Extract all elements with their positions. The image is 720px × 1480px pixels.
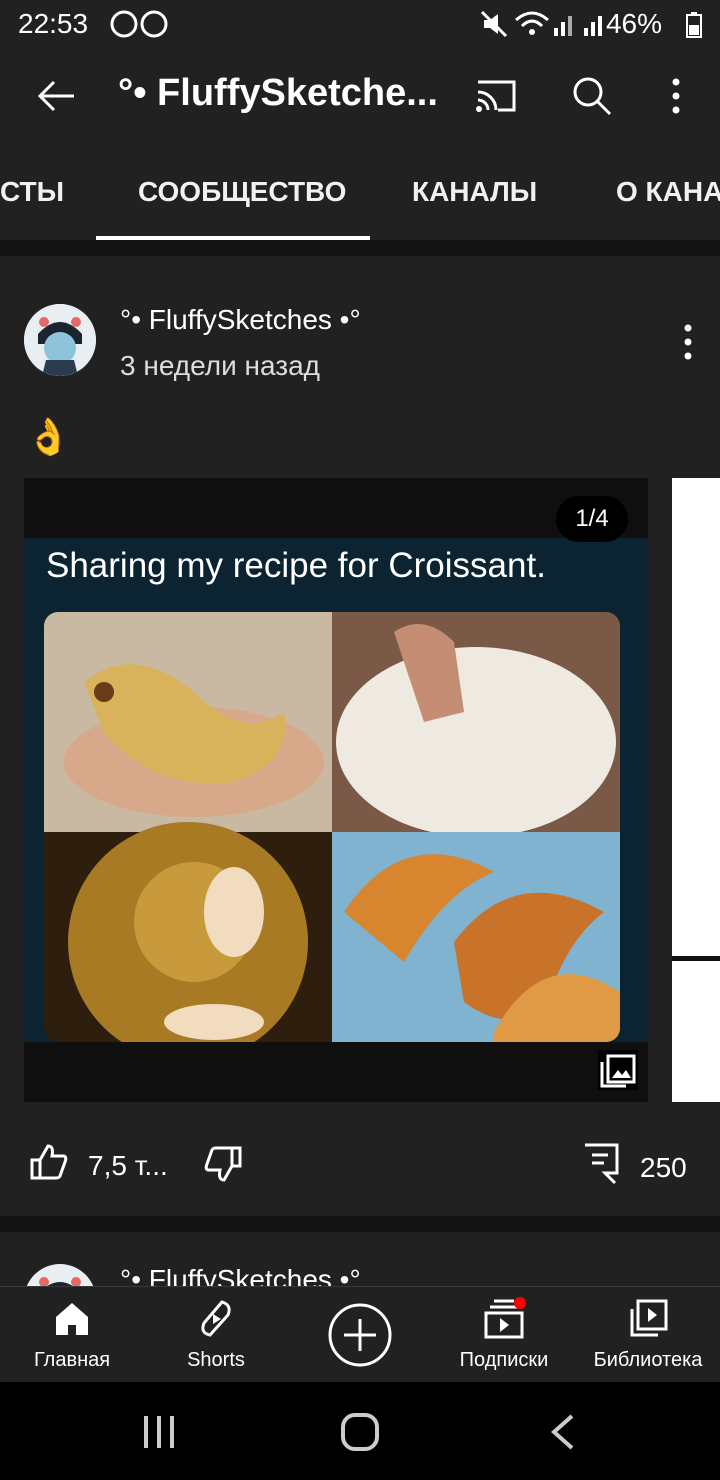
nav-library[interactable]: Библиотека xyxy=(576,1287,720,1383)
library-icon xyxy=(628,1299,668,1344)
nav-label: Подписки xyxy=(459,1349,549,1371)
subscriptions-icon xyxy=(484,1297,528,1344)
signal-icon xyxy=(552,10,612,43)
divider xyxy=(0,240,720,256)
system-navigation xyxy=(0,1382,720,1480)
multi-image-icon xyxy=(596,1048,640,1097)
home-button-icon[interactable] xyxy=(340,1412,380,1457)
post-author[interactable]: °• FluffySketches •° xyxy=(120,304,361,336)
dislike-icon[interactable] xyxy=(204,1144,244,1189)
status-bar: 22:53 46% xyxy=(0,0,720,48)
divider xyxy=(0,1216,720,1232)
viber-icon xyxy=(110,8,170,45)
tab-posts[interactable]: СТЫ xyxy=(0,176,64,208)
image-caption: Sharing my recipe for Croissant. xyxy=(46,546,546,585)
nav-label: Главная xyxy=(33,1349,111,1371)
tab-channels[interactable]: КАНАЛЫ xyxy=(412,176,537,208)
comment-count: 250 xyxy=(640,1152,687,1183)
comment-icon[interactable] xyxy=(582,1142,622,1191)
image-grid xyxy=(44,612,620,1042)
add-icon xyxy=(328,1303,392,1367)
bottom-navigation: Главная Shorts Подписки Библиотека xyxy=(0,1286,720,1383)
nav-home[interactable]: Главная xyxy=(0,1287,144,1383)
post-image[interactable]: Sharing my recipe for Croissant. 1/4 xyxy=(24,478,648,1102)
wifi-icon xyxy=(514,10,550,43)
create-button[interactable] xyxy=(328,1303,392,1367)
meme-image: Sharing my recipe for Croissant. xyxy=(24,538,648,1042)
status-time: 22:53 xyxy=(18,8,89,39)
like-count: 7,5 т... xyxy=(88,1150,168,1181)
post-text: 👌 xyxy=(26,416,71,457)
shorts-icon xyxy=(198,1299,234,1344)
home-icon xyxy=(54,1301,90,1342)
nav-subscriptions[interactable]: Подписки xyxy=(432,1287,576,1383)
app-bar: °• FluffySketche... xyxy=(0,48,720,144)
nav-shorts[interactable]: Shorts xyxy=(144,1287,288,1383)
tab-community[interactable]: СООБЩЕСТВО xyxy=(138,176,346,208)
next-post: °• FluffySketches •° xyxy=(0,1232,720,1286)
battery-percent: 46% xyxy=(605,8,662,39)
channel-tabs: СТЫ СООБЩЕСТВО КАНАЛЫ О КАНА xyxy=(0,144,720,240)
back-arrow-icon[interactable] xyxy=(36,76,76,121)
more-vert-icon[interactable] xyxy=(666,76,686,121)
avatar[interactable] xyxy=(24,1264,96,1286)
tab-about[interactable]: О КАНА xyxy=(616,176,720,208)
post-menu-icon[interactable] xyxy=(678,322,698,367)
back-button-icon[interactable] xyxy=(548,1412,578,1457)
nav-label: Shorts xyxy=(187,1349,245,1371)
recents-icon[interactable] xyxy=(142,1414,178,1455)
nav-label: Библиотека xyxy=(593,1349,703,1371)
post-time: 3 недели назад xyxy=(120,350,320,381)
mute-icon xyxy=(480,10,508,43)
cast-icon[interactable] xyxy=(474,78,518,119)
channel-title: °• FluffySketche... xyxy=(118,72,438,114)
preview-line xyxy=(672,956,720,961)
battery-icon xyxy=(686,12,702,43)
next-image-preview[interactable] xyxy=(672,478,720,1102)
image-counter: 1/4 xyxy=(556,496,628,542)
community-post: °• FluffySketches •° 3 недели назад 👌 Sh… xyxy=(0,256,720,1216)
like-icon[interactable] xyxy=(28,1142,68,1187)
post-author[interactable]: °• FluffySketches •° xyxy=(120,1264,361,1286)
avatar[interactable] xyxy=(24,304,96,376)
search-icon[interactable] xyxy=(572,76,612,121)
